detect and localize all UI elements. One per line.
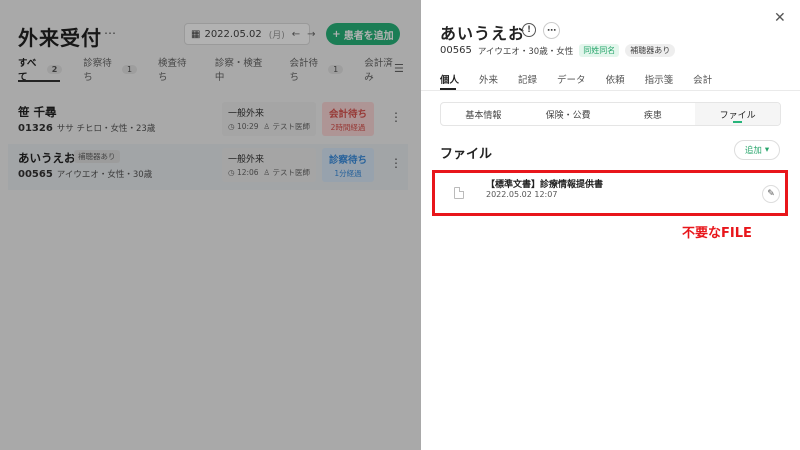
segment-basic-info[interactable]: 基本情報 [441, 103, 526, 125]
segment-diseases[interactable]: 疾患 [611, 103, 696, 125]
divider [421, 90, 800, 91]
tab-data[interactable]: データ [557, 72, 586, 86]
patient-meta: 00565 アイウエオ・30歳・女性 同姓同名 補聴器あり [440, 44, 676, 57]
hearing-aid-badge: 補聴器あり [625, 44, 676, 57]
modal-backdrop[interactable] [0, 0, 421, 450]
tab-orders[interactable]: 指示箋 [645, 72, 674, 86]
panel-tabs: 個人 外来 記録 データ 依頼 指示箋 会計 [440, 72, 732, 86]
close-icon[interactable]: ✕ [774, 10, 786, 26]
same-name-badge: 同姓同名 [579, 44, 620, 57]
segment-insurance[interactable]: 保険・公費 [526, 103, 611, 125]
info-icon[interactable]: ! [522, 23, 536, 37]
segment-files[interactable]: ファイル [695, 103, 780, 125]
section-title: ファイル [440, 147, 493, 162]
tab-personal[interactable]: 個人 [440, 72, 459, 86]
tab-outpatient[interactable]: 外来 [479, 72, 498, 86]
patient-name-heading: あいうえお [440, 24, 526, 43]
caret-down-icon: ▾ [764, 145, 770, 155]
annotation-highlight-box [432, 170, 788, 216]
tab-records[interactable]: 記録 [518, 72, 537, 86]
tab-billing[interactable]: 会計 [693, 72, 712, 86]
sub-tab-segment: 基本情報 保険・公費 疾患 ファイル [440, 102, 781, 126]
more-icon[interactable]: ⋯ [543, 22, 560, 39]
patient-detail: アイウエオ・30歳・女性 [477, 46, 574, 57]
patient-id: 00565 [440, 45, 472, 56]
tab-requests[interactable]: 依頼 [606, 72, 625, 86]
add-file-button[interactable]: 追加 ▾ [734, 140, 780, 160]
annotation-label: 不要なFILE [682, 226, 752, 241]
